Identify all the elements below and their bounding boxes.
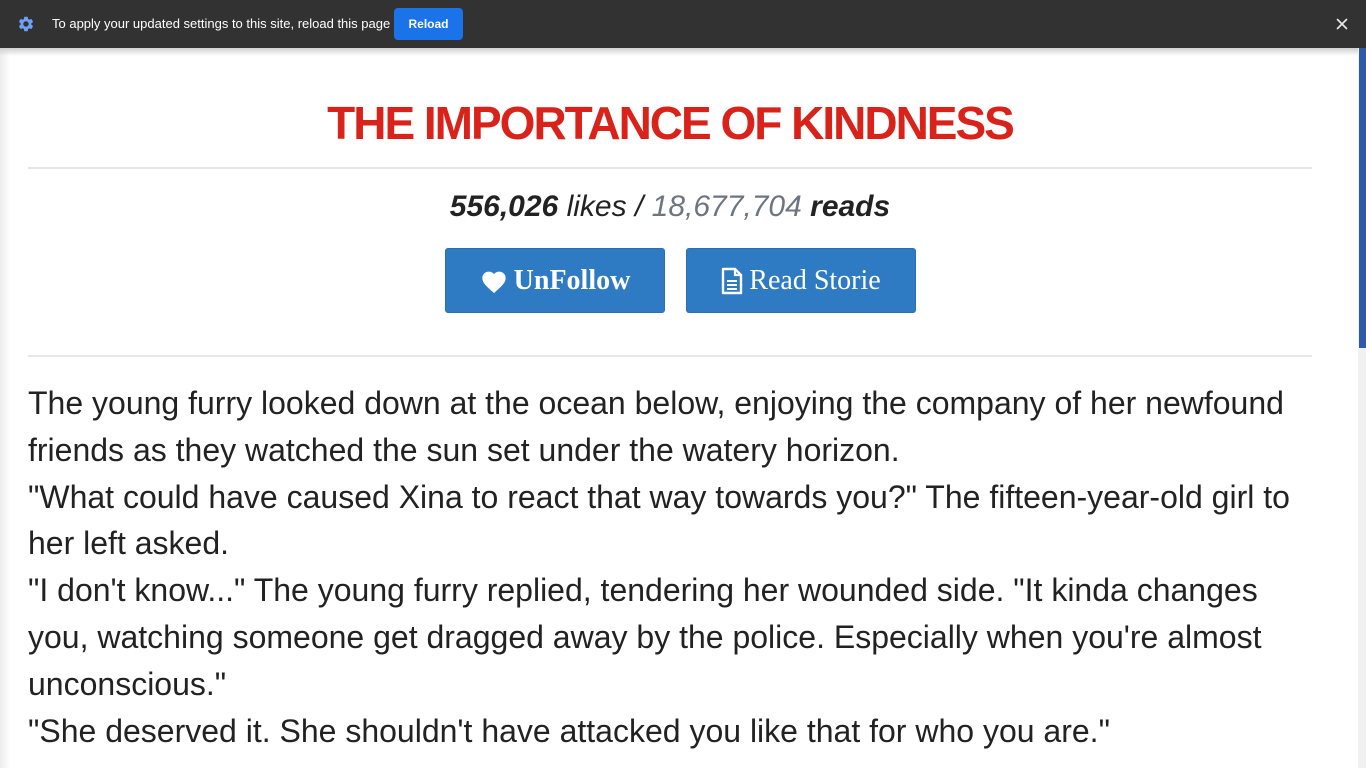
close-icon[interactable] <box>1333 15 1351 33</box>
story-stats: 556,026 likes / 18,677,704 reads <box>28 189 1312 225</box>
page-edge-shadow <box>0 48 10 768</box>
story-paragraph: "I don't know..." The young furry replie… <box>28 572 1262 702</box>
settings-infobar: To apply your updated settings to this s… <box>0 0 1366 48</box>
document-icon <box>722 267 743 294</box>
story-text: The young furry looked down at the ocean… <box>28 380 1318 754</box>
gear-icon <box>18 16 34 32</box>
story-title: THE IMPORTANCE OF KINDNESS <box>327 97 1015 149</box>
reads-count: 18,677,704 <box>651 190 802 223</box>
stats-separator: / <box>634 190 644 223</box>
story-paragraph: "She deserved it. She shouldn't have att… <box>28 712 1110 749</box>
likes-count: 556,026 <box>449 190 559 223</box>
reads-label: reads <box>810 190 891 223</box>
unfollow-button-label: UnFollow <box>513 264 631 296</box>
story-paragraph: "What could have caused Xina to react th… <box>28 478 1290 562</box>
scrollbar-thumb[interactable] <box>1359 48 1366 348</box>
infobar-shadow <box>0 48 1358 56</box>
read-story-button[interactable]: Read Storie <box>686 248 916 313</box>
reload-button[interactable]: Reload <box>394 8 463 40</box>
divider <box>28 355 1312 357</box>
likes-label: likes <box>566 190 627 223</box>
heart-icon <box>481 271 506 293</box>
infobar-message: To apply your updated settings to this s… <box>52 16 391 31</box>
read-story-button-label: Read Storie <box>749 264 881 296</box>
divider <box>28 167 1312 169</box>
unfollow-button[interactable]: UnFollow <box>445 248 665 313</box>
story-paragraph: The young furry looked down at the ocean… <box>28 385 1284 468</box>
